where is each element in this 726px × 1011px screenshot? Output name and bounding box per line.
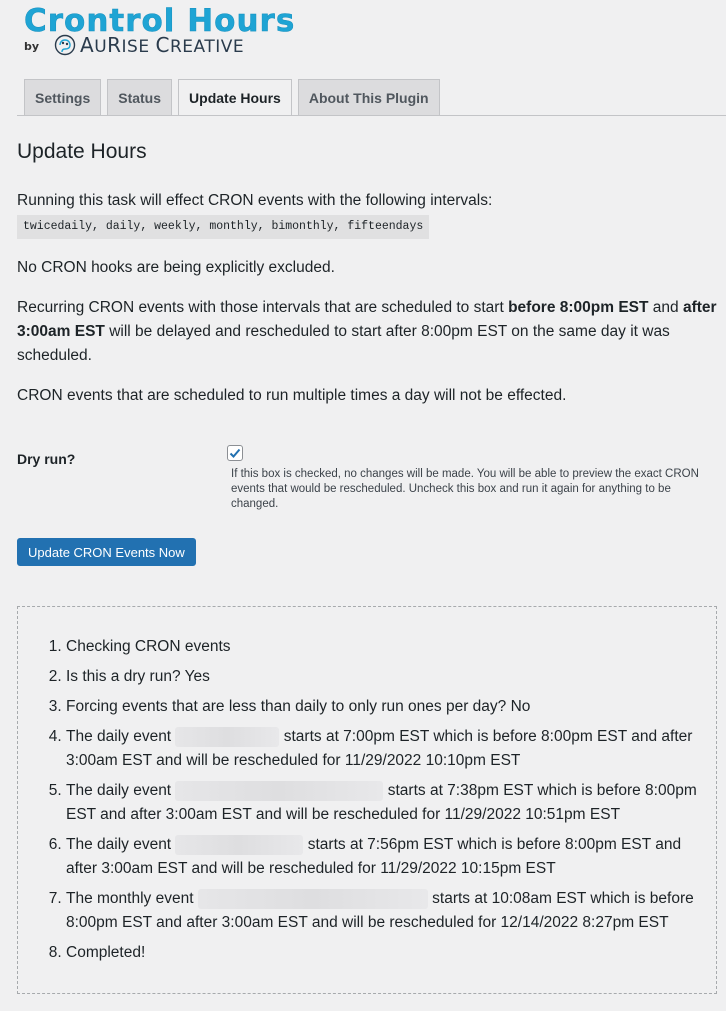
tabs-divider (17, 115, 726, 116)
list-item: The daily event starts at 7:00pm EST whi… (66, 725, 704, 773)
brand-name: AURISE CREATIVE (80, 33, 245, 57)
redacted-hook (197, 888, 428, 909)
dry-run-label: Dry run? (17, 451, 76, 467)
tab-status[interactable]: Status (107, 79, 173, 115)
tab-about[interactable]: About This Plugin (297, 79, 440, 115)
nav-tabs: Settings Status Update Hours About This … (24, 79, 440, 116)
tab-update-hours[interactable]: Update Hours (178, 79, 292, 116)
list-item: Forcing events that are less than daily … (66, 695, 704, 719)
excluded-text: No CRON hooks are being explicitly exclu… (17, 259, 335, 276)
multiple-text: CRON events that are scheduled to run mu… (17, 387, 567, 404)
results-list: Checking CRON events Is this a dry run? … (18, 635, 704, 971)
list-item: Is this a dry run? Yes (66, 665, 704, 689)
list-item: The monthly event starts at 10:08am EST … (66, 887, 704, 935)
before-time: before 8:00pm EST (508, 299, 649, 316)
results-box: Checking CRON events Is this a dry run? … (17, 606, 717, 994)
intro-text: Running this task will effect CRON event… (17, 192, 493, 209)
intervals-code: twicedaily, daily, weekly, monthly, bimo… (17, 215, 430, 239)
redacted-hook (175, 780, 384, 801)
list-item: Completed! (66, 941, 704, 965)
dry-run-checkbox[interactable] (227, 445, 243, 461)
brain-icon (54, 34, 76, 56)
list-item: Checking CRON events (66, 635, 704, 659)
redacted-hook (175, 834, 304, 855)
logo-by: by (24, 40, 40, 53)
dry-run-description: If this box is checked, no changes will … (231, 468, 699, 510)
list-item: The daily event starts at 7:56pm EST whi… (66, 833, 704, 881)
list-item: The daily event starts at 7:38pm EST whi… (66, 779, 704, 827)
brand-logo: AURISE CREATIVE (54, 33, 244, 57)
recurring-paragraph: Recurring CRON events with those interva… (17, 299, 717, 364)
checkmark-icon (229, 448, 241, 458)
intro-paragraph: Running this task will effect CRON event… (17, 189, 720, 239)
tab-settings[interactable]: Settings (24, 79, 102, 115)
update-cron-button[interactable]: Update CRON Events Now (17, 538, 196, 566)
redacted-hook (175, 726, 280, 747)
page-title: Update Hours (17, 140, 147, 163)
